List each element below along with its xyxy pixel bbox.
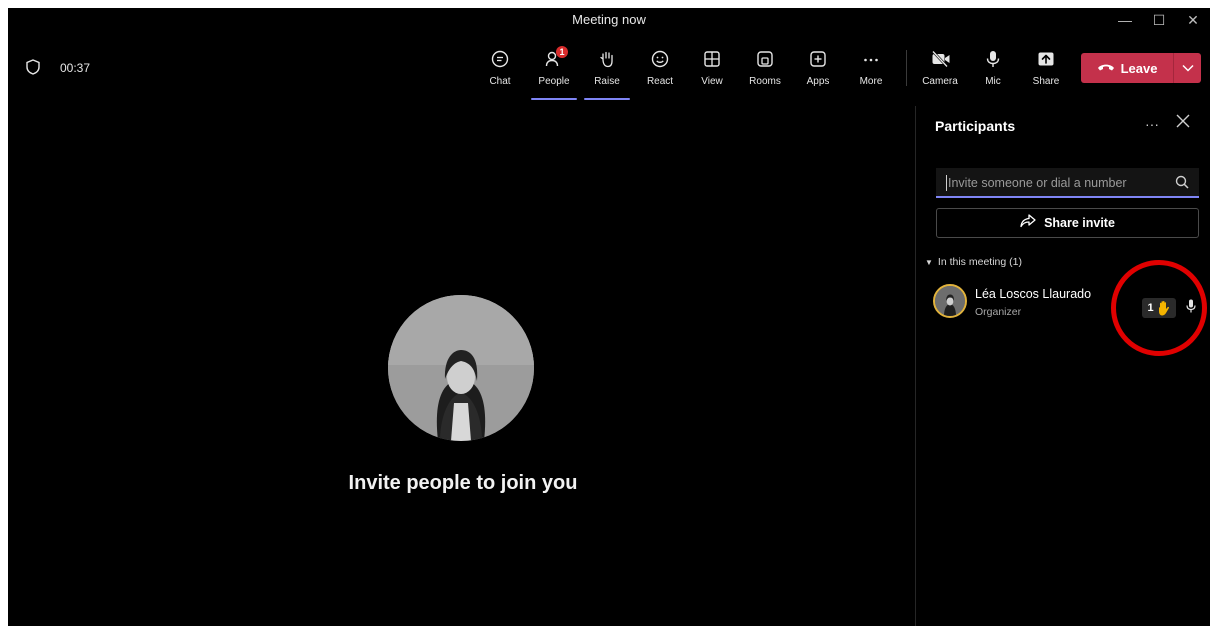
rooms-label: Rooms — [749, 76, 781, 87]
maximize-button[interactable]: ☐ — [1142, 8, 1176, 32]
camera-label: Camera — [922, 76, 958, 87]
in-meeting-section-header[interactable]: ▼ In this meeting (1) — [925, 256, 1022, 268]
close-icon — [1176, 112, 1190, 132]
view-label: View — [701, 76, 723, 87]
hang-up-icon — [1097, 59, 1115, 77]
participant-avatar-large — [388, 295, 534, 441]
view-icon — [703, 50, 721, 68]
camera-off-icon — [931, 50, 950, 68]
invite-message: Invite people to join you — [348, 472, 578, 494]
mic-label: Mic — [985, 76, 1001, 87]
raise-label: Raise — [594, 76, 620, 87]
panel-divider — [915, 106, 916, 626]
toolbar-separator — [906, 50, 907, 86]
rooms-button[interactable]: Rooms — [743, 48, 787, 98]
annotation-highlight-circle — [1111, 260, 1207, 356]
participant-name: Léa Loscos Llaurado — [975, 287, 1092, 301]
chevron-down-icon — [1181, 59, 1194, 77]
apps-label: Apps — [806, 76, 830, 87]
camera-button[interactable]: Camera — [918, 48, 962, 98]
people-badge: 1 — [556, 46, 568, 58]
view-button[interactable]: View — [690, 48, 734, 98]
invite-search-box — [936, 168, 1199, 198]
panel-more-options-button[interactable]: ··· — [1145, 116, 1159, 132]
close-window-button[interactable]: ✕ — [1176, 8, 1210, 32]
chat-icon — [491, 50, 509, 68]
rooms-icon — [756, 50, 774, 68]
mic-icon — [984, 50, 1002, 68]
react-icon — [651, 50, 669, 68]
leave-button[interactable]: Leave — [1081, 53, 1173, 83]
people-button[interactable]: 1 People — [531, 46, 577, 100]
share-button[interactable]: Share — [1024, 48, 1068, 98]
more-label: More — [859, 76, 883, 87]
react-label: React — [646, 76, 674, 87]
section-label: In this meeting (1) — [937, 256, 1022, 268]
apps-button[interactable]: Apps — [796, 48, 840, 98]
shield-icon[interactable] — [26, 59, 40, 80]
invite-search-input[interactable] — [946, 173, 1170, 193]
caret-down-icon: ▼ — [925, 257, 933, 267]
panel-close-button[interactable] — [1176, 112, 1190, 133]
leave-button-group: Leave — [1081, 53, 1201, 83]
share-invite-button[interactable]: Share invite — [936, 208, 1199, 238]
participant-role: Organizer — [975, 306, 1022, 318]
raise-button[interactable]: Raise — [584, 48, 630, 100]
meeting-timer: 00:37 — [60, 61, 91, 75]
raise-active-indicator — [584, 98, 630, 100]
leave-options-button[interactable] — [1174, 53, 1201, 83]
people-label: People — [538, 76, 570, 87]
title-bar: Meeting now — ☐ ✕ — [8, 8, 1210, 32]
search-icon[interactable] — [1175, 175, 1189, 194]
share-label: Share — [1032, 76, 1060, 87]
people-active-indicator — [531, 98, 577, 100]
mic-button[interactable]: Mic — [971, 48, 1015, 98]
share-invite-label: Share invite — [1044, 216, 1115, 230]
chat-button[interactable]: Chat — [478, 48, 522, 98]
share-icon — [1037, 50, 1055, 68]
chat-label: Chat — [489, 76, 511, 87]
people-icon: 1 — [545, 46, 568, 68]
text-cursor — [946, 175, 947, 191]
minimize-button[interactable]: — — [1108, 8, 1142, 32]
teams-meeting-window: Meeting now — ☐ ✕ 00:37 Chat 1 People Ra… — [8, 8, 1210, 626]
apps-icon — [809, 50, 827, 68]
window-title: Meeting now — [572, 12, 646, 27]
participant-avatar — [933, 284, 967, 318]
react-button[interactable]: React — [638, 48, 682, 98]
share-invite-icon — [1020, 213, 1036, 233]
more-icon — [862, 50, 880, 68]
leave-label: Leave — [1120, 60, 1158, 76]
panel-title: Participants — [935, 118, 1016, 134]
more-button[interactable]: More — [849, 48, 893, 98]
raise-hand-icon — [598, 50, 616, 68]
